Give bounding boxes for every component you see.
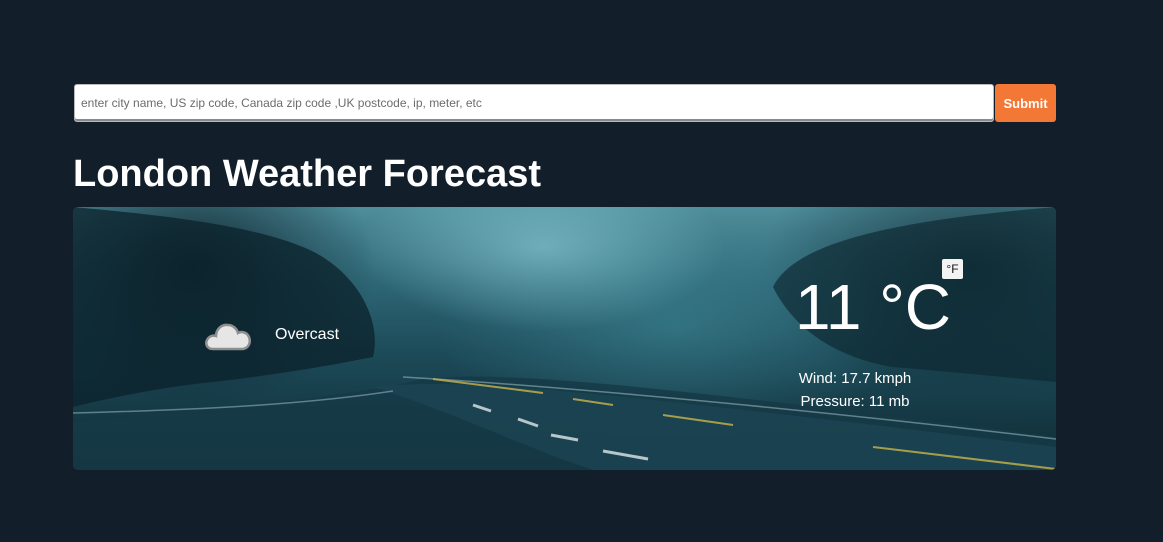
condition-group: Overcast — [203, 317, 339, 353]
weather-condition: Overcast — [275, 326, 340, 343]
pressure: Pressure: 11 mb — [800, 393, 910, 410]
weather-stats: Wind: 17.7 kmph Pressure: 11 mb — [755, 367, 955, 413]
page-title: London Weather Forecast — [73, 153, 542, 195]
search-form: Submit — [74, 84, 1056, 122]
weather-card: Overcast 11 °C °F Wind: 17.7 kmph Pressu… — [73, 207, 1056, 470]
fahrenheit-toggle-button[interactable]: °F — [942, 259, 963, 279]
temperature-value: 11 °C — [794, 271, 952, 343]
wind-speed: Wind: 17.7 kmph — [798, 370, 912, 387]
cloud-icon — [205, 323, 251, 351]
weather-page: Submit London Weather Forecast — [0, 0, 1163, 542]
submit-button[interactable]: Submit — [995, 84, 1056, 122]
temperature-group: 11 °C — [773, 269, 973, 345]
location-search-input[interactable] — [74, 84, 994, 122]
